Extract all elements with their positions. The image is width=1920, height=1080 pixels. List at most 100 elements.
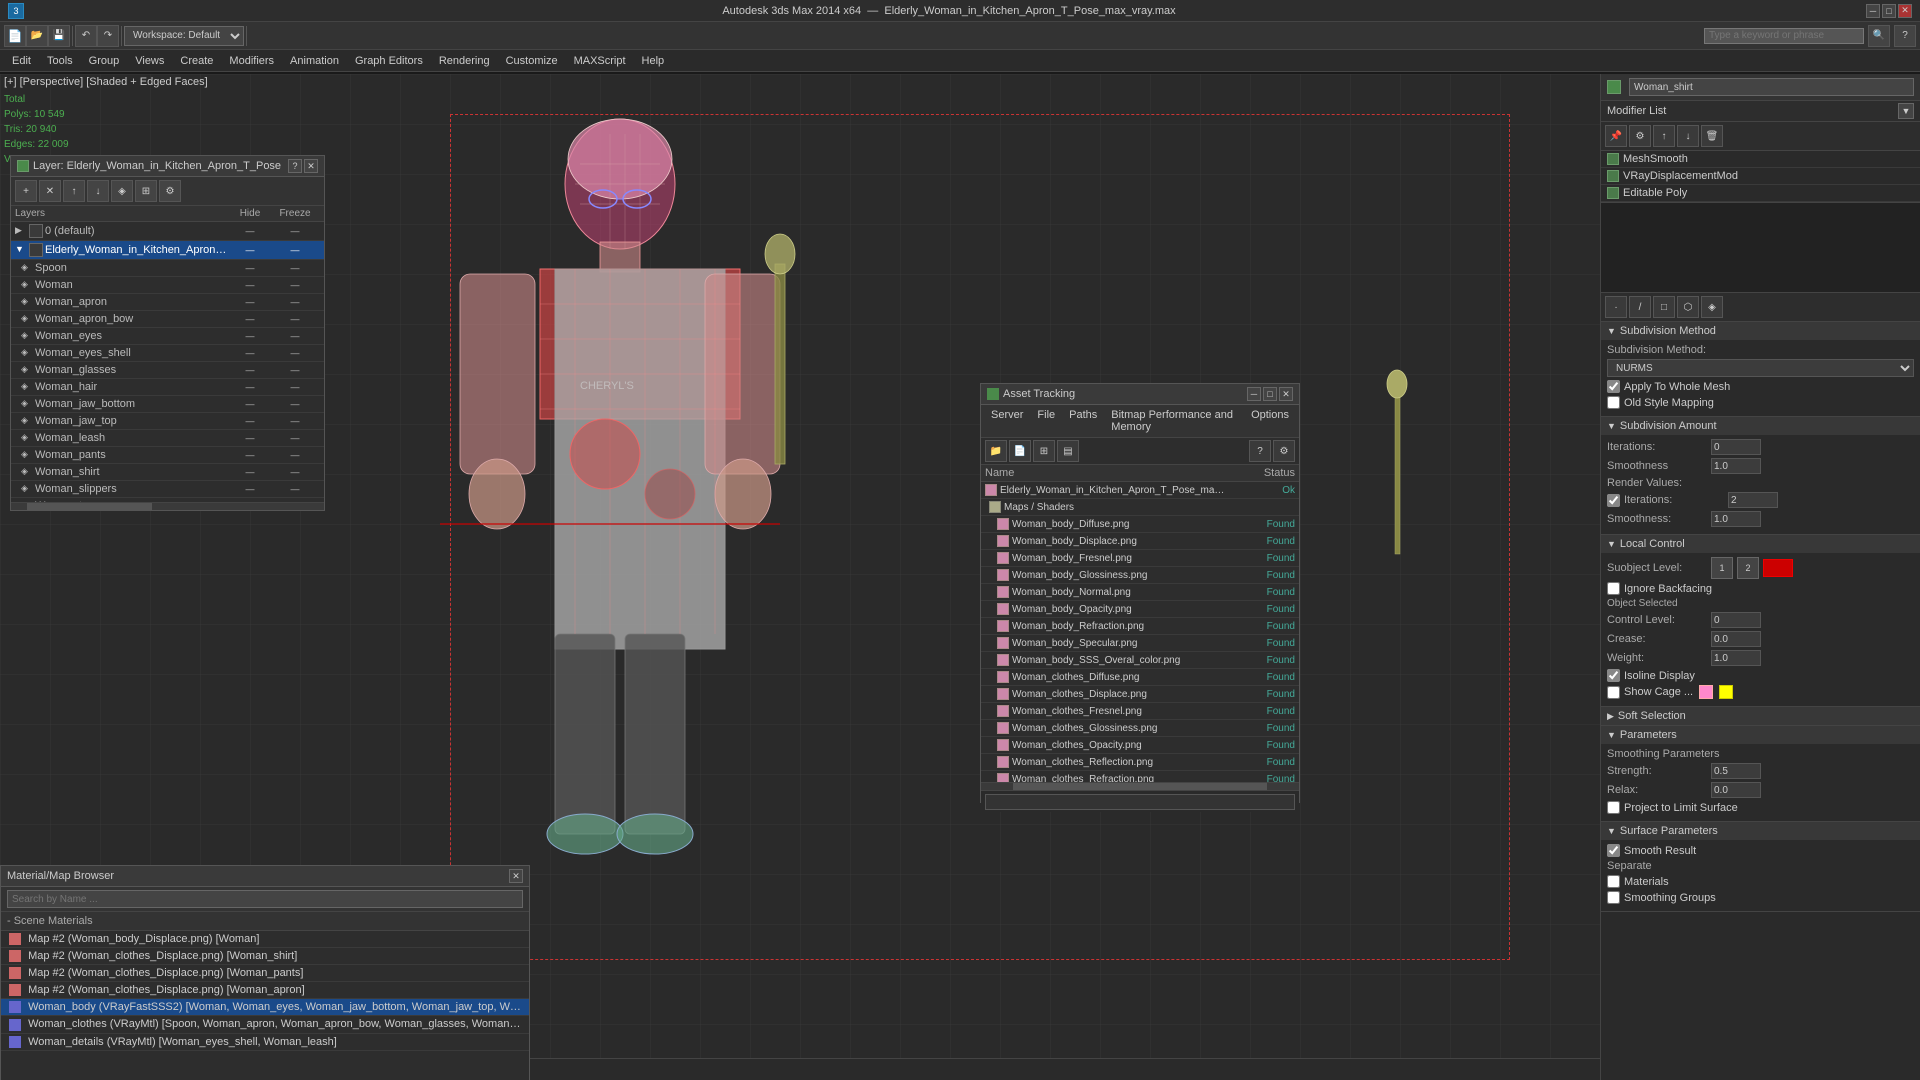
materials-check[interactable] xyxy=(1607,875,1620,888)
asset-menu-file[interactable]: File xyxy=(1031,407,1061,435)
workspace-dropdown[interactable]: Workspace: Default xyxy=(124,26,244,46)
asset-row-14[interactable]: Woman_clothes_Reflection.png Found xyxy=(981,754,1299,771)
asset-row-2[interactable]: Woman_body_Fresnel.png Found xyxy=(981,550,1299,567)
smooth-result-check[interactable] xyxy=(1607,844,1620,857)
layer-list[interactable]: ▶ 0 (default) — — ▼ Elderly_Woman_in_Kit… xyxy=(11,222,324,502)
border-button[interactable]: □ xyxy=(1653,296,1675,318)
layer-scrollbar[interactable] xyxy=(11,502,324,510)
asset-minimize[interactable]: ─ xyxy=(1247,387,1261,401)
modifier-vray-displacement[interactable]: VRayDisplacementMod xyxy=(1601,168,1920,185)
layer-row-jaw-bottom[interactable]: ◈ Woman_jaw_bottom — — xyxy=(11,396,324,413)
mat-item-0[interactable]: Map #2 (Woman_body_Displace.png) [Woman] xyxy=(1,931,529,948)
weight-input[interactable] xyxy=(1711,650,1761,666)
asset-row-9[interactable]: Woman_clothes_Diffuse.png Found xyxy=(981,669,1299,686)
maximize-button[interactable]: □ xyxy=(1882,4,1896,18)
subobj-btn-1[interactable]: 1 xyxy=(1711,557,1733,579)
layer-row-pants[interactable]: ◈ Woman_pants — — xyxy=(11,447,324,464)
asset-row-3[interactable]: Woman_body_Glossiness.png Found xyxy=(981,567,1299,584)
layer-move-up-btn[interactable]: ↑ xyxy=(63,180,85,202)
layer-row-spoon[interactable]: ◈ Spoon — — xyxy=(11,260,324,277)
edge-button[interactable]: / xyxy=(1629,296,1651,318)
parameters-header[interactable]: ▼ Parameters xyxy=(1601,726,1920,744)
asset-menu-server[interactable]: Server xyxy=(985,407,1029,435)
layer-row-slippers[interactable]: ◈ Woman_slippers — — xyxy=(11,481,324,498)
menu-animation[interactable]: Animation xyxy=(282,53,347,69)
layer-move-down-btn[interactable]: ↓ xyxy=(87,180,109,202)
modifier-meshsmooth[interactable]: MeshSmooth xyxy=(1601,151,1920,168)
layer-row-apron-bow[interactable]: ◈ Woman_apron_bow — — xyxy=(11,311,324,328)
surface-parameters-header[interactable]: ▼ Surface Parameters xyxy=(1601,822,1920,840)
search-button[interactable]: 🔍 xyxy=(1868,25,1890,47)
asset-row-folder[interactable]: Maps / Shaders xyxy=(981,499,1299,516)
asset-row-12[interactable]: Woman_clothes_Glossiness.png Found xyxy=(981,720,1299,737)
asset-path-input[interactable] xyxy=(985,794,1295,810)
layer-options-btn[interactable]: ⚙ xyxy=(159,180,181,202)
close-button[interactable]: ✕ xyxy=(1898,4,1912,18)
layer-row-elderly[interactable]: ▼ Elderly_Woman_in_Kitchen_Apron_T_Pose … xyxy=(11,241,324,260)
show-cage-check[interactable] xyxy=(1607,686,1620,699)
asset-menu-bitmap[interactable]: Bitmap Performance and Memory xyxy=(1105,407,1243,435)
asset-row-15[interactable]: Woman_clothes_Refraction.png Found xyxy=(981,771,1299,782)
crease-input[interactable] xyxy=(1711,631,1761,647)
asset-row-8[interactable]: Woman_body_SSS_Overal_color.png Found xyxy=(981,652,1299,669)
menu-tools[interactable]: Tools xyxy=(39,53,81,69)
open-button[interactable]: 📂 xyxy=(26,25,48,47)
new-button[interactable]: 📄 xyxy=(4,25,26,47)
asset-tb-options[interactable]: ⚙ xyxy=(1273,440,1295,462)
mat-item-3[interactable]: Map #2 (Woman_clothes_Displace.png) [Wom… xyxy=(1,982,529,999)
element-button[interactable]: ◈ xyxy=(1701,296,1723,318)
layer-merge-btn[interactable]: ⊞ xyxy=(135,180,157,202)
object-name-input[interactable] xyxy=(1629,78,1914,96)
layer-panel-close[interactable]: ✕ xyxy=(304,159,318,173)
menu-rendering[interactable]: Rendering xyxy=(431,53,498,69)
asset-tb-2[interactable]: 📄 xyxy=(1009,440,1031,462)
layer-row-tongue[interactable]: ◈ Woman_tongue — — xyxy=(11,498,324,502)
asset-row-10[interactable]: Woman_clothes_Displace.png Found xyxy=(981,686,1299,703)
asset-tb-1[interactable]: 📁 xyxy=(985,440,1007,462)
mat-item-1[interactable]: Map #2 (Woman_clothes_Displace.png) [Wom… xyxy=(1,948,529,965)
pin-stack-button[interactable]: 📌 xyxy=(1605,125,1627,147)
soft-selection-header[interactable]: ▶ Soft Selection xyxy=(1601,707,1920,725)
subdivision-method-header[interactable]: ▼ Subdivision Method xyxy=(1601,322,1920,340)
layer-row-default[interactable]: ▶ 0 (default) — — xyxy=(11,222,324,241)
mat-item-4[interactable]: Woman_body (VRayFastSSS2) [Woman, Woman_… xyxy=(1,999,529,1016)
redo-button[interactable]: ↷ xyxy=(97,25,119,47)
mat-item-6[interactable]: Woman_details (VRayMtl) [Woman_eyes_shel… xyxy=(1,1034,529,1051)
menu-modifiers[interactable]: Modifiers xyxy=(221,53,282,69)
asset-row-1[interactable]: Woman_body_Displace.png Found xyxy=(981,533,1299,550)
layer-row-hair[interactable]: ◈ Woman_hair — — xyxy=(11,379,324,396)
mat-browser-close[interactable]: ✕ xyxy=(509,869,523,883)
layer-row-glasses[interactable]: ◈ Woman_glasses — — xyxy=(11,362,324,379)
mat-section-header[interactable]: - Scene Materials xyxy=(1,912,529,931)
menu-maxscript[interactable]: MAXScript xyxy=(566,53,634,69)
save-button[interactable]: 💾 xyxy=(48,25,70,47)
mat-item-5[interactable]: Woman_clothes (VRayMtl) [Spoon, Woman_ap… xyxy=(1,1016,529,1033)
menu-edit[interactable]: Edit xyxy=(4,53,39,69)
undo-button[interactable]: ↶ xyxy=(75,25,97,47)
layer-select-btn[interactable]: ◈ xyxy=(111,180,133,202)
menu-customize[interactable]: Customize xyxy=(498,53,566,69)
mat-search-input[interactable] xyxy=(7,890,523,908)
layer-row-woman[interactable]: ◈ Woman — — xyxy=(11,277,324,294)
asset-maximize[interactable]: □ xyxy=(1263,387,1277,401)
ignore-backfacing-check[interactable] xyxy=(1607,582,1620,595)
layer-row-shirt[interactable]: ◈ Woman_shirt — — xyxy=(11,464,324,481)
asset-menu-paths[interactable]: Paths xyxy=(1063,407,1103,435)
menu-views[interactable]: Views xyxy=(127,53,172,69)
old-style-mapping-checkbox[interactable] xyxy=(1607,396,1620,409)
asset-row-5[interactable]: Woman_body_Opacity.png Found xyxy=(981,601,1299,618)
menu-create[interactable]: Create xyxy=(172,53,221,69)
control-level-input[interactable] xyxy=(1711,612,1761,628)
relax-input[interactable] xyxy=(1711,782,1761,798)
search-input[interactable] xyxy=(1704,28,1864,44)
subobj-btn-2[interactable]: 2 xyxy=(1737,557,1759,579)
smoothing-groups-check[interactable] xyxy=(1607,891,1620,904)
subdivision-method-select[interactable]: NURMS xyxy=(1607,359,1914,377)
vertex-button[interactable]: · xyxy=(1605,296,1627,318)
asset-row-4[interactable]: Woman_body_Normal.png Found xyxy=(981,584,1299,601)
smoothness-input[interactable] xyxy=(1711,458,1761,474)
asset-tb-3[interactable]: ⊞ xyxy=(1033,440,1055,462)
modifier-dropdown-arrow[interactable]: ▼ xyxy=(1898,103,1914,119)
layer-panel-help[interactable]: ? xyxy=(288,159,302,173)
asset-row-11[interactable]: Woman_clothes_Fresnel.png Found xyxy=(981,703,1299,720)
